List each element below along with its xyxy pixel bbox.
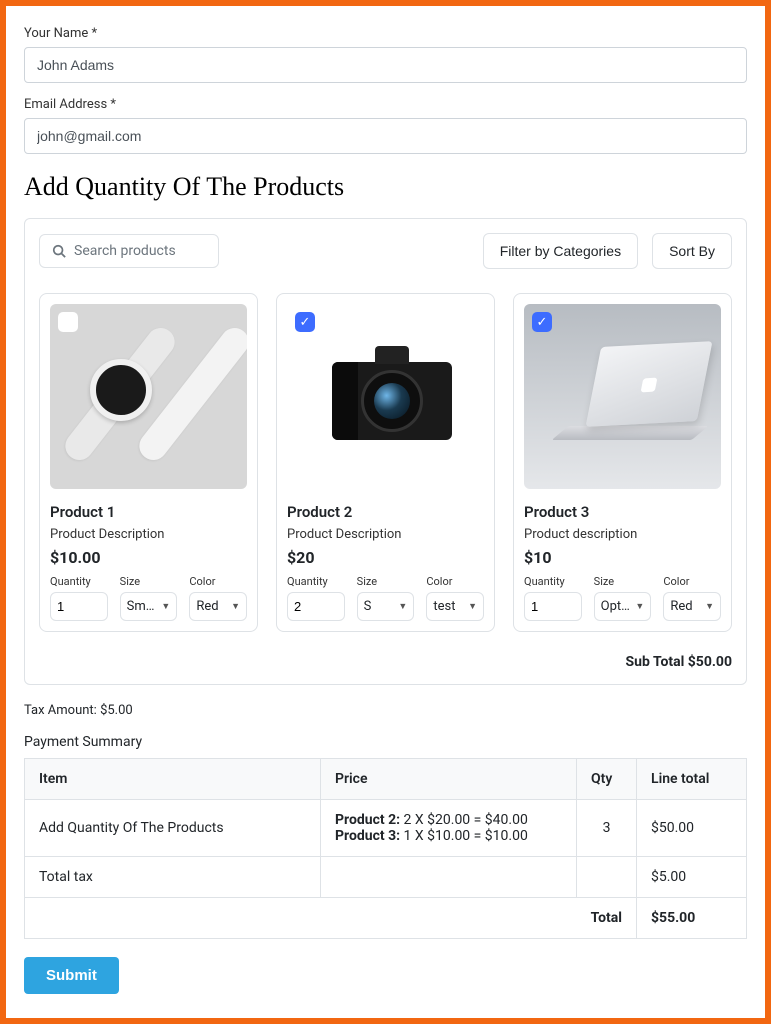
total-value: $55.00 (637, 898, 747, 939)
cell-item: Total tax (25, 857, 321, 898)
col-price: Price (321, 759, 577, 800)
email-input[interactable] (24, 118, 747, 154)
color-label: Color (663, 575, 721, 588)
cell-qty: 3 (577, 800, 637, 857)
total-label: Total (25, 898, 637, 939)
product-image: ✓ (524, 304, 721, 489)
color-select[interactable]: Red▼ (189, 592, 247, 621)
color-label: Color (426, 575, 484, 588)
size-label: Size (594, 575, 652, 588)
product-price: $20 (287, 548, 484, 567)
chevron-down-icon: ▼ (231, 601, 240, 612)
filter-categories-button[interactable]: Filter by Categories (483, 233, 638, 269)
submit-button[interactable]: Submit (24, 957, 119, 994)
quantity-label: Quantity (524, 575, 582, 588)
quantity-input[interactable] (50, 592, 108, 621)
size-select[interactable]: Option▼ (594, 592, 652, 621)
subtotal-label: Sub Total (626, 654, 685, 670)
tax-label: Tax Amount: (24, 703, 97, 718)
size-select[interactable]: Small▼ (120, 592, 178, 621)
cell-linetotal: $5.00 (637, 857, 747, 898)
chevron-down-icon: ▼ (635, 601, 644, 612)
cell-linetotal: $50.00 (637, 800, 747, 857)
product-description: Product Description (287, 527, 484, 542)
table-row: Add Quantity Of The ProductsProduct 2: 2… (25, 800, 747, 857)
product-price: $10 (524, 548, 721, 567)
table-row: Total tax $5.00 (25, 857, 747, 898)
chevron-down-icon: ▼ (468, 601, 477, 612)
product-price: $10.00 (50, 548, 247, 567)
quantity-input[interactable] (524, 592, 582, 621)
col-qty: Qty (577, 759, 637, 800)
cell-price: Product 2: 2 X $20.00 = $40.00Product 3:… (321, 800, 577, 857)
color-select[interactable]: test▼ (426, 592, 484, 621)
size-label: Size (120, 575, 178, 588)
chevron-down-icon: ▼ (705, 601, 714, 612)
section-title: Add Quantity Of The Products (24, 172, 747, 202)
quantity-label: Quantity (287, 575, 345, 588)
product-description: Product Description (50, 527, 247, 542)
search-placeholder: Search products (74, 243, 176, 259)
email-label: Email Address * (24, 97, 747, 112)
quantity-input[interactable] (287, 592, 345, 621)
tax-value: $5.00 (100, 703, 133, 718)
product-card: ✓ Product 3 Product description $10 Quantity… (513, 293, 732, 632)
product-description: Product description (524, 527, 721, 542)
product-name: Product 1 (50, 503, 247, 521)
payment-summary-table: Item Price Qty Line total Add Quantity O… (24, 758, 747, 939)
product-image (50, 304, 247, 489)
product-name: Product 2 (287, 503, 484, 521)
chevron-down-icon: ▼ (398, 601, 407, 612)
search-icon (52, 244, 66, 258)
product-checkbox[interactable]: ✓ (532, 312, 552, 332)
product-image: ✓ (287, 304, 484, 489)
products-panel: Search products Filter by Categories Sor… (24, 218, 747, 685)
color-label: Color (189, 575, 247, 588)
col-linetotal: Line total (637, 759, 747, 800)
col-item: Item (25, 759, 321, 800)
name-label: Your Name * (24, 26, 747, 41)
color-select[interactable]: Red▼ (663, 592, 721, 621)
chevron-down-icon: ▼ (161, 601, 170, 612)
product-checkbox[interactable] (58, 312, 78, 332)
cell-price (321, 857, 577, 898)
quantity-label: Quantity (50, 575, 108, 588)
name-input[interactable] (24, 47, 747, 83)
cell-qty (577, 857, 637, 898)
product-card: ✓ Product 2 Product Description $20 Quantity… (276, 293, 495, 632)
product-card: Product 1 Product Description $10.00 Quanti… (39, 293, 258, 632)
search-input[interactable]: Search products (39, 234, 219, 268)
product-name: Product 3 (524, 503, 721, 521)
size-label: Size (357, 575, 415, 588)
product-checkbox[interactable]: ✓ (295, 312, 315, 332)
subtotal-value: $50.00 (688, 654, 732, 670)
size-select[interactable]: S▼ (357, 592, 415, 621)
cell-item: Add Quantity Of The Products (25, 800, 321, 857)
sort-by-button[interactable]: Sort By (652, 233, 732, 269)
payment-summary-title: Payment Summary (24, 734, 747, 750)
